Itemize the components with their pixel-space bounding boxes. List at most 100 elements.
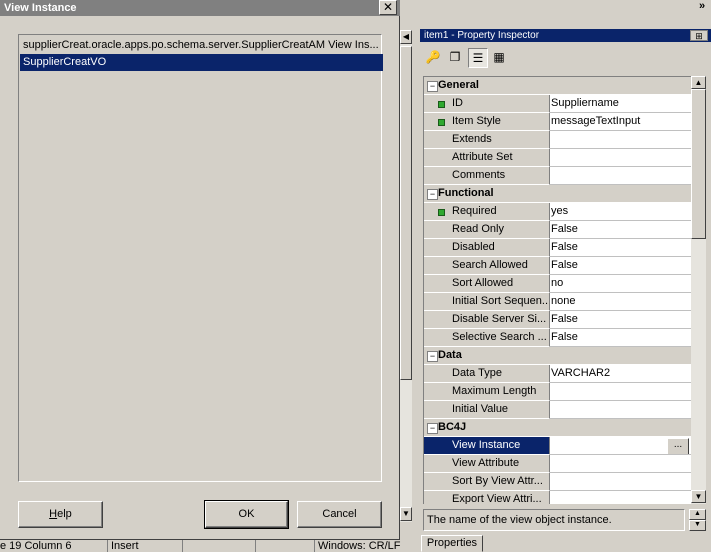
pin-icon[interactable]: ⊞ [690, 30, 708, 41]
property-inspector-title: item1 - Property Inspector [420, 29, 711, 42]
property-name-text: Required [452, 205, 497, 217]
property-value-text: Suppliername [551, 97, 619, 109]
property-name-text: ID [452, 97, 463, 109]
property-value[interactable] [550, 401, 691, 419]
property-value[interactable]: messageTextInput [550, 113, 691, 131]
cancel-button[interactable]: Cancel [297, 501, 382, 528]
property-value[interactable]: no [550, 275, 691, 293]
property-row-item-style[interactable]: Item Style messageTextInput [424, 113, 691, 131]
property-value[interactable] [550, 167, 691, 185]
key-icon[interactable]: 🔑 [424, 48, 442, 66]
property-value[interactable]: False [550, 239, 691, 257]
property-row-read-only[interactable]: Read Only False [424, 221, 691, 239]
property-value[interactable]: False [550, 311, 691, 329]
property-row-data-type[interactable]: Data Type VARCHAR2 [424, 365, 691, 383]
property-name: View Attribute [424, 455, 550, 473]
status-empty-cell-1 [182, 540, 256, 552]
property-name: Sort By View Attr... [424, 473, 550, 491]
category-data[interactable]: − Data [424, 347, 691, 365]
property-name: Sort Allowed [424, 275, 550, 293]
filter-icon[interactable]: ▦ [490, 48, 508, 66]
property-row-search-allowed[interactable]: Search Allowed False [424, 257, 691, 275]
tree-item-application-module[interactable]: supplierCreat.oracle.apps.po.schema.serv… [20, 37, 383, 54]
copy-icon[interactable]: ❐ [446, 48, 464, 66]
tab-properties[interactable]: Properties [421, 535, 483, 552]
property-value[interactable] [550, 131, 691, 149]
toolbar-overflow-icon[interactable]: » [699, 0, 711, 14]
property-value-text: yes [551, 205, 569, 217]
view-instance-tree[interactable]: supplierCreat.oracle.apps.po.schema.serv… [18, 34, 383, 482]
property-name-text: BC4J [438, 421, 467, 433]
property-row-attribute-set[interactable]: Attribute Set [424, 149, 691, 167]
help-label-rest: elp [57, 508, 72, 520]
collapse-icon[interactable]: − [427, 189, 438, 200]
property-row-sort-by-view-attr[interactable]: Sort By View Attr... [424, 473, 691, 491]
property-name-text: Data Type [452, 367, 502, 379]
description-spinner[interactable]: ▲ ▼ [689, 509, 706, 531]
category-general[interactable]: − General [424, 77, 691, 95]
property-value[interactable]: ... [550, 437, 691, 455]
property-value[interactable]: False [550, 257, 691, 275]
property-value[interactable]: VARCHAR2 [550, 365, 691, 383]
property-row-export-view-attri[interactable]: Export View Attri... [424, 491, 691, 504]
property-name-text: Selective Search ... [452, 331, 547, 343]
property-row-disable-server-si[interactable]: Disable Server Si... False [424, 311, 691, 329]
status-cursor-position: e 19 Column 6 [0, 540, 72, 552]
property-name-text: Maximum Length [452, 385, 537, 397]
editor-scroll-thumb[interactable] [400, 46, 412, 380]
description-down-icon[interactable]: ▼ [689, 520, 706, 531]
property-row-comments[interactable]: Comments [424, 167, 691, 185]
property-value[interactable]: yes [550, 203, 691, 221]
property-name-text: Sort By View Attr... [452, 475, 543, 487]
ok-button[interactable]: OK [204, 500, 289, 529]
dialog-title: View Instance [0, 0, 400, 16]
property-value[interactable] [550, 383, 691, 401]
property-grid-scroll-thumb[interactable] [691, 89, 706, 239]
property-value[interactable] [550, 149, 691, 167]
tree-item-supplier-creat-vo[interactable]: SupplierCreatVO [20, 54, 383, 71]
grid-scroll-down-icon[interactable]: ▼ [691, 490, 706, 503]
property-row-id[interactable]: ID Suppliername [424, 95, 691, 113]
property-row-disabled[interactable]: Disabled False [424, 239, 691, 257]
help-button[interactable]: Help [18, 501, 103, 528]
collapse-icon[interactable]: − [427, 351, 438, 362]
collapse-icon[interactable]: − [427, 81, 438, 92]
property-name: Selective Search ... [424, 329, 550, 347]
property-row-extends[interactable]: Extends [424, 131, 691, 149]
property-value[interactable]: none [550, 293, 691, 311]
category-functional[interactable]: − Functional [424, 185, 691, 203]
category-bc4j[interactable]: − BC4J [424, 419, 691, 437]
property-row-sort-allowed[interactable]: Sort Allowed no [424, 275, 691, 293]
property-value[interactable]: False [550, 221, 691, 239]
property-value[interactable]: Suppliername [550, 95, 691, 113]
property-name-text: View Instance [452, 439, 521, 451]
property-value[interactable] [550, 473, 691, 491]
property-grid[interactable]: − General ID Suppliername Item Style messageT… [423, 76, 691, 504]
property-name: Initial Value [424, 401, 550, 419]
property-row-selective-search[interactable]: Selective Search ... False [424, 329, 691, 347]
property-value[interactable] [550, 491, 691, 504]
property-description: The name of the view object instance. [423, 509, 685, 531]
collapse-icon[interactable]: − [427, 423, 438, 434]
property-value-text: False [551, 223, 578, 235]
browse-button[interactable]: ... [667, 438, 689, 454]
property-row-required[interactable]: Required yes [424, 203, 691, 221]
scroll-left-icon[interactable]: ◀ [400, 30, 412, 44]
property-name-text: Comments [452, 169, 506, 181]
categorize-icon[interactable]: ☰ [468, 48, 488, 68]
property-name-text: Disabled [452, 241, 495, 253]
property-row-initial-value[interactable]: Initial Value [424, 401, 691, 419]
property-row-initial-sort-sequen[interactable]: Initial Sort Sequen... none [424, 293, 691, 311]
property-value[interactable]: False [550, 329, 691, 347]
grid-scroll-up-icon[interactable]: ▲ [691, 76, 706, 89]
scroll-down-icon[interactable]: ▼ [400, 507, 412, 521]
property-row-view-attribute[interactable]: View Attribute [424, 455, 691, 473]
close-icon[interactable]: ✕ [379, 0, 397, 15]
property-row-view-instance[interactable]: View Instance... [424, 437, 691, 455]
property-name-text: Disable Server Si... [452, 313, 547, 325]
property-name-text: View Attribute [452, 457, 520, 469]
description-up-icon[interactable]: ▲ [689, 509, 706, 520]
property-name: Required [424, 203, 550, 221]
property-value[interactable] [550, 455, 691, 473]
property-row-maximum-length[interactable]: Maximum Length [424, 383, 691, 401]
